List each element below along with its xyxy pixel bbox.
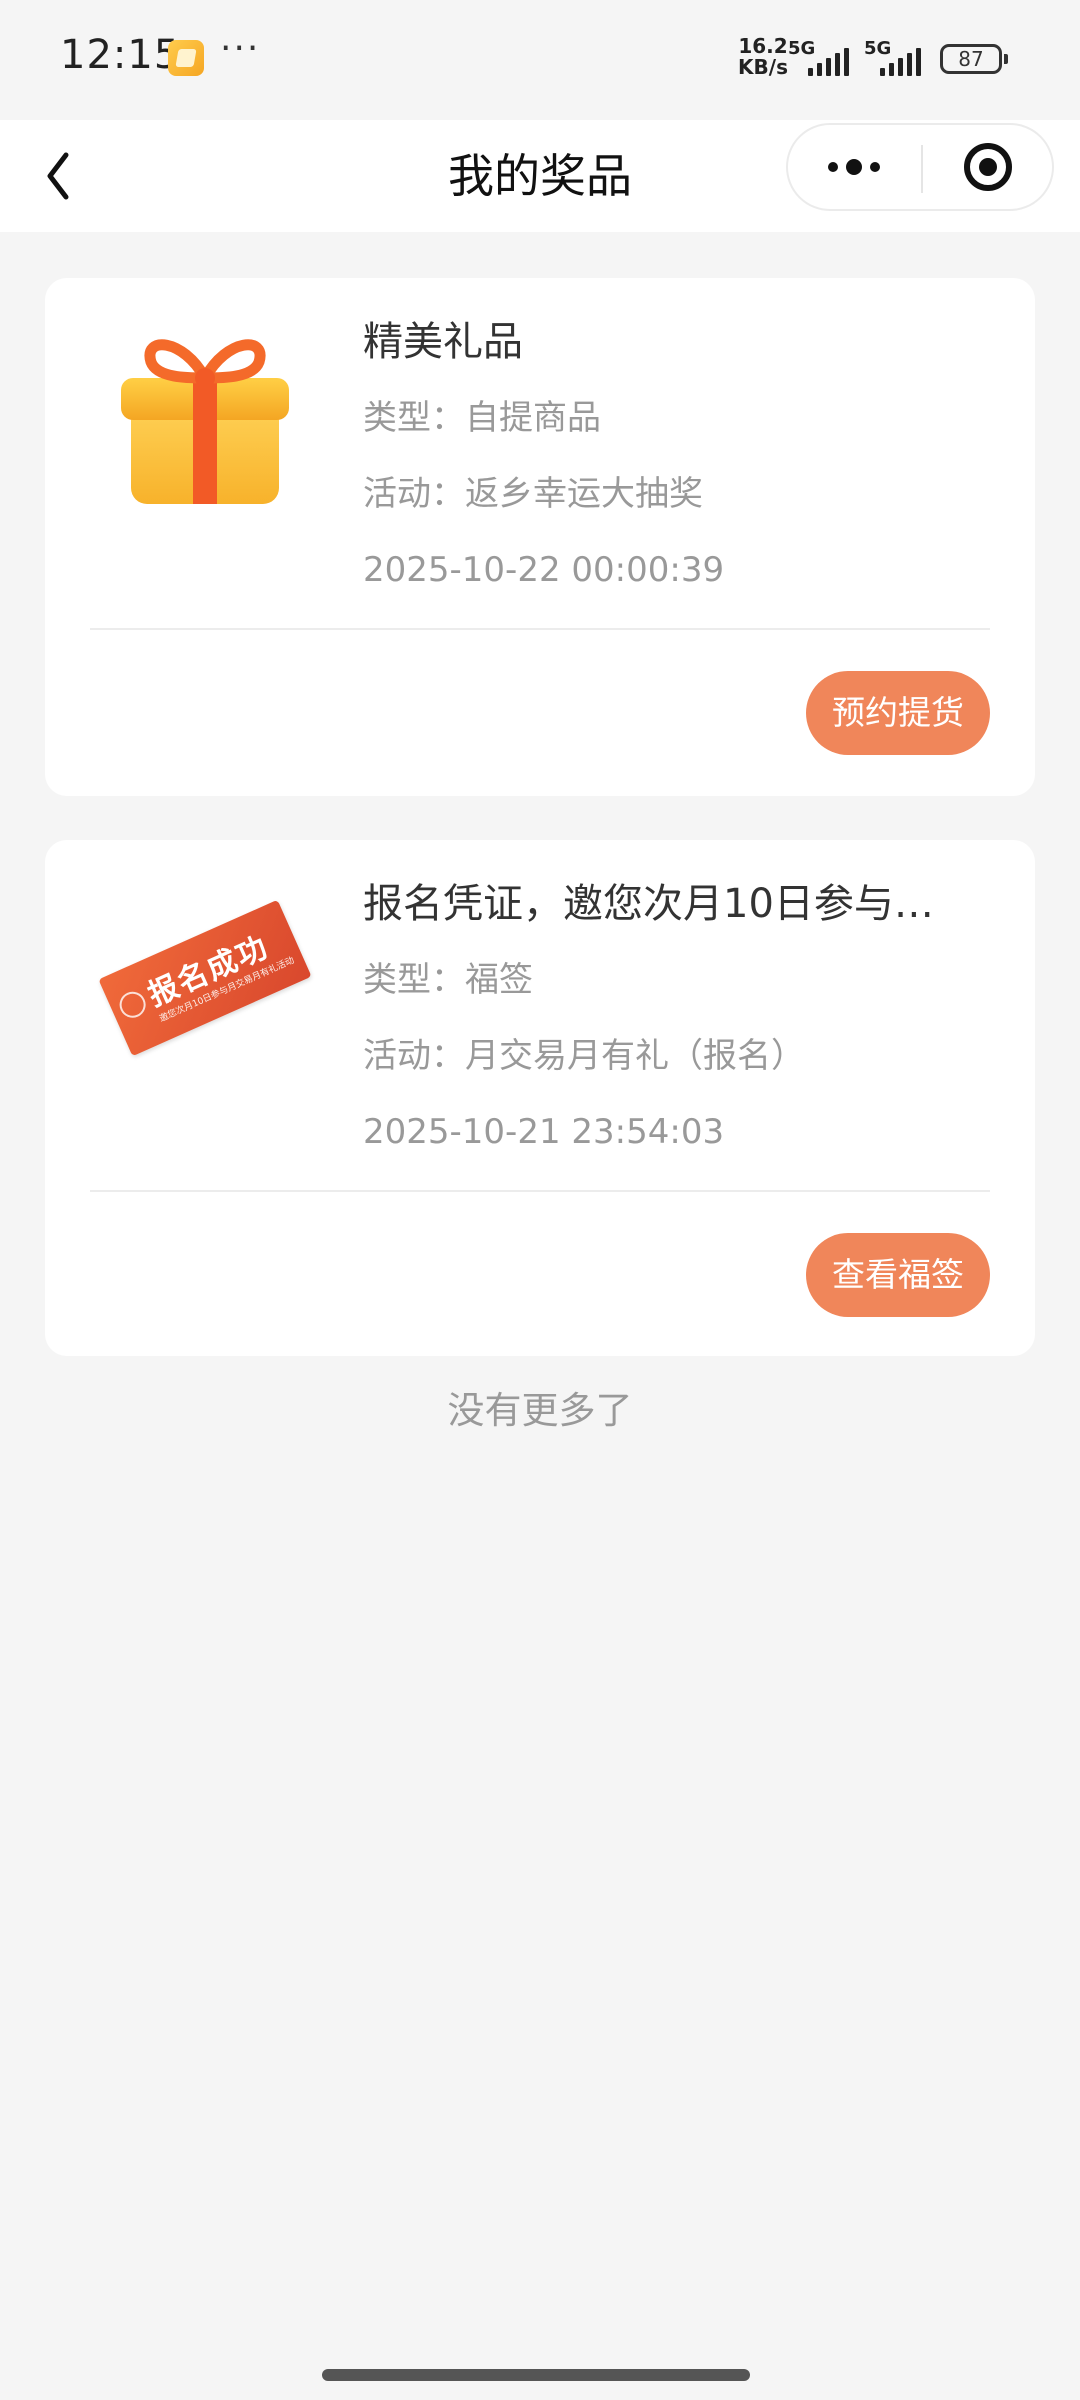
gift-box-icon (121, 339, 289, 504)
prize-info: 精美礼品 类型：自提商品 活动：返乡幸运大抽奖 2025-10-22 00:00… (363, 314, 1003, 598)
more-menu-button[interactable] (788, 125, 920, 209)
reserve-pickup-button[interactable]: 预约提货 (806, 671, 990, 755)
battery-icon: 87 (940, 44, 1008, 74)
notification-app-icon (168, 40, 204, 76)
prize-time: 2025-10-22 00:00:39 (363, 550, 725, 590)
card-divider (90, 1190, 990, 1192)
prize-title: 报名凭证，邀您次月10日参与月交易月有礼活动 (363, 881, 963, 927)
ticket-logo-icon (115, 987, 150, 1022)
network-speed-value: 16.2 (738, 34, 788, 58)
back-arrow-icon (47, 152, 69, 200)
more-notifications-icon: ··· (220, 28, 261, 69)
close-mini-program-button[interactable] (924, 125, 1052, 209)
sim1-label: 5G (788, 38, 816, 59)
view-ticket-button[interactable]: 查看福签 (806, 1233, 990, 1317)
status-time: 12:15 (60, 32, 181, 78)
prize-activity: 活动：返乡幸运大抽奖 (363, 474, 703, 514)
network-speed: 16.2 KB/s (733, 36, 793, 78)
ticket-icon: 报名成功 邀您次月10日参与月交易月有礼活动 (98, 899, 312, 1057)
sim2-label: 5G (864, 38, 892, 59)
prize-info: 报名凭证，邀您次月10日参与月交易月有礼活动 类型：福签 活动：月交易月有礼（报… (363, 876, 1003, 1160)
prize-type: 类型：自提商品 (363, 398, 601, 438)
prize-card[interactable]: 精美礼品 类型：自提商品 活动：返乡幸运大抽奖 2025-10-22 00:00… (45, 278, 1035, 796)
network-speed-unit: KB/s (738, 55, 788, 79)
card-divider (90, 628, 990, 630)
gift-box-image (93, 318, 317, 518)
prize-card[interactable]: 报名成功 邀您次月10日参与月交易月有礼活动 报名凭证，邀您次月10日参与月交易… (45, 840, 1035, 1356)
home-indicator[interactable] (322, 2369, 750, 2381)
mini-program-capsule (786, 123, 1054, 211)
more-icon (828, 162, 838, 172)
back-button[interactable] (36, 142, 104, 210)
more-icon-center (846, 159, 862, 175)
signup-ticket-image: 报名成功 邀您次月10日参与月交易月有礼活动 (93, 880, 317, 1080)
battery-level: 87 (958, 47, 984, 71)
prize-activity: 活动：月交易月有礼（报名） (363, 1036, 805, 1076)
more-icon-right (870, 162, 880, 172)
nav-bar: 我的奖品 (0, 120, 1080, 232)
signal-sim2-icon: 5G (864, 38, 932, 76)
list-end-text: 没有更多了 (447, 1389, 633, 1432)
status-bar: 12:15 ··· 16.2 KB/s 5G 5G 87 (0, 0, 1080, 120)
capsule-divider (921, 145, 923, 193)
prize-title: 精美礼品 (363, 319, 523, 365)
signal-sim1-icon: 5G (788, 38, 856, 76)
prize-time: 2025-10-21 23:54:03 (363, 1112, 725, 1152)
target-icon-dot (979, 158, 997, 176)
prize-type: 类型：福签 (363, 960, 533, 1000)
